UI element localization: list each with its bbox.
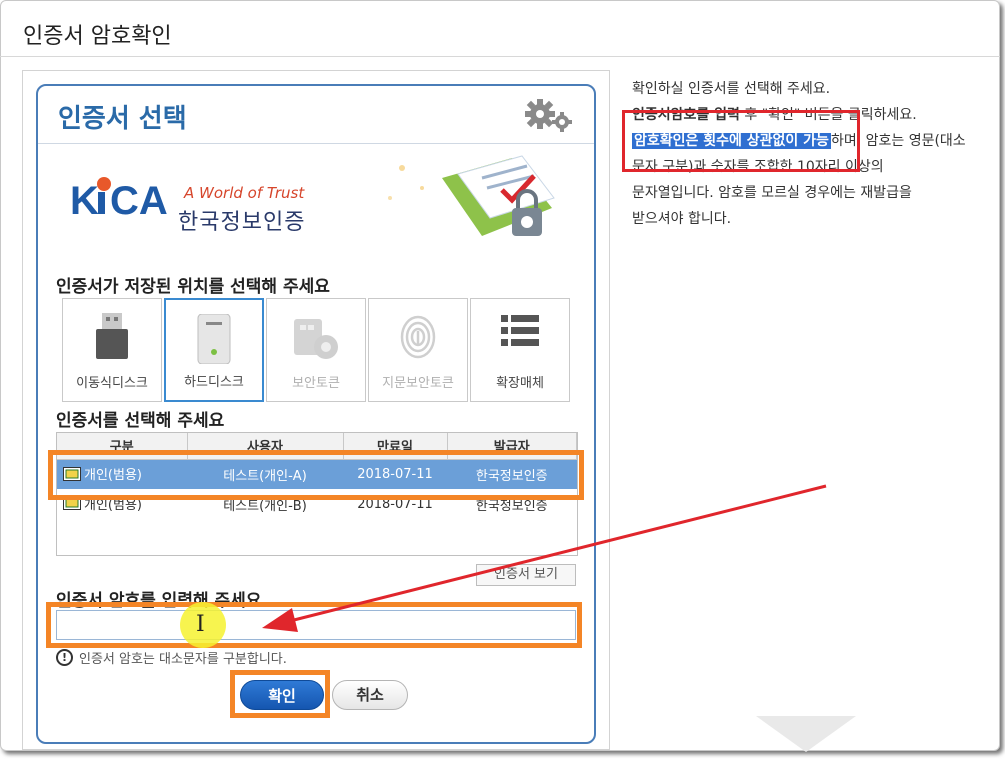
brand-name: 한국정보인증 <box>178 210 306 235</box>
view-cert-button[interactable]: 인증서 보기 <box>476 564 576 586</box>
ok-highlight-box <box>230 670 330 718</box>
storage-removable-disk[interactable]: 이동식디스크 <box>62 298 162 402</box>
svg-text:K: K <box>70 179 99 220</box>
row-highlight-box <box>48 450 584 500</box>
storage-label: 하드디스크 <box>184 375 244 390</box>
certificate-folder-icon <box>362 148 582 264</box>
instruction-highlight-box <box>622 110 860 172</box>
storage-extended-media[interactable]: 확장매체 <box>470 298 570 402</box>
svg-text:CA: CA <box>110 179 168 220</box>
storage-label: 지문보안토큰 <box>382 376 454 391</box>
storage-label: 이동식디스크 <box>76 376 148 391</box>
storage-hard-disk[interactable]: 하드디스크 <box>164 298 264 402</box>
password-note: ! 인증서 암호는 대소문자를 구분합니다. <box>56 648 287 667</box>
info-icon: ! <box>56 649 73 666</box>
kica-logo: K CA <box>70 176 178 224</box>
storage-label: 확장매체 <box>496 376 544 391</box>
storage-section-label: 인증서가 저장된 위치를 선택해 주세요 <box>56 277 330 297</box>
chevron-down-icon <box>756 716 856 760</box>
cert-section-label: 인증서를 선택해 주세요 <box>56 411 225 431</box>
dialog-title: 인증서 선택 <box>58 104 187 134</box>
hard-disk-icon <box>196 313 232 368</box>
dialog-header: 인증서 선택 <box>38 86 594 144</box>
usb-drive-icon <box>92 313 132 363</box>
storage-label: 보안토큰 <box>292 376 340 391</box>
gear-icon[interactable] <box>522 98 576 138</box>
security-token-icon <box>290 313 342 365</box>
instruction-line: 받으셔야 합니다. <box>632 211 732 227</box>
brand-banner: K CA A World of Trust 한국정보인증 <box>38 146 594 266</box>
instruction-line: 확인하실 인증서를 선택해 주세요. <box>632 81 831 97</box>
text-cursor-icon: I <box>196 612 205 637</box>
title-divider <box>0 56 1000 57</box>
list-icon <box>501 313 539 351</box>
password-note-text: 인증서 암호는 대소문자를 구분합니다. <box>79 652 287 667</box>
brand-tagline: A World of Trust <box>184 184 305 202</box>
password-highlight-box <box>46 602 582 648</box>
cert-type-text: 개인(범용) <box>84 497 142 513</box>
storage-security-token[interactable]: 보안토큰 <box>266 298 366 402</box>
storage-options: 이동식디스크 하드디스크 보안토큰 지문보안토큰 확장매체 <box>62 298 570 402</box>
cancel-button[interactable]: 취소 <box>332 680 408 710</box>
instruction-line: 문자열입니다. 암호를 모르실 경우에는 재발급을 <box>632 185 912 201</box>
page-title: 인증서 암호확인 <box>23 24 172 49</box>
fingerprint-icon <box>398 313 438 365</box>
storage-fingerprint-token[interactable]: 지문보안토큰 <box>368 298 468 402</box>
